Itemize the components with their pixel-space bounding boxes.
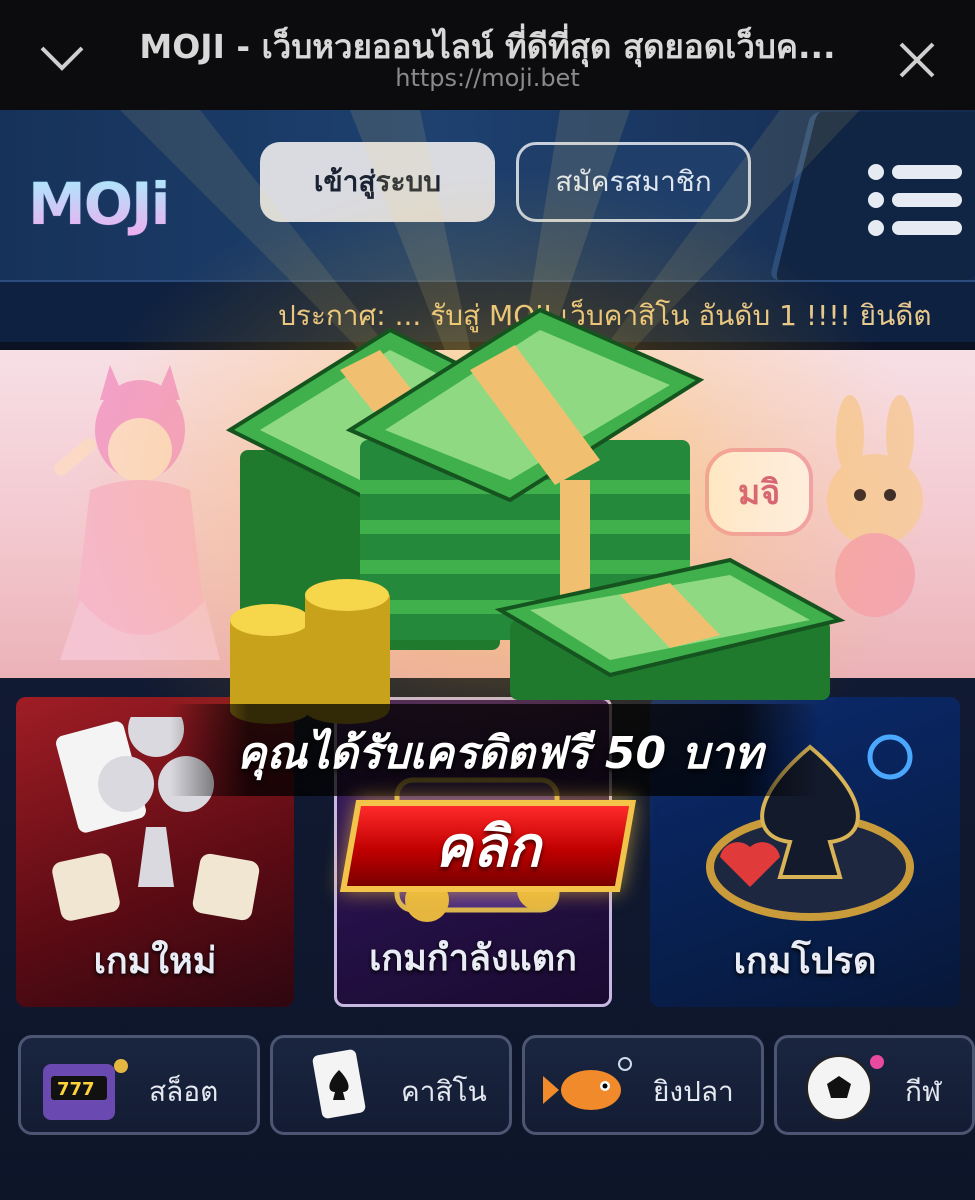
- category-label: ยิงปลา: [653, 1075, 734, 1108]
- category-sports[interactable]: กีฬ: [774, 1035, 975, 1135]
- category-label: คาสิโน: [401, 1075, 487, 1108]
- fish-icon: [543, 1057, 632, 1110]
- svg-text:777: 777: [57, 1079, 95, 1100]
- category-label: กีฬ: [905, 1075, 942, 1108]
- soccer-ball-icon: [806, 1055, 884, 1121]
- page-url: https://moji.bet: [395, 64, 580, 92]
- slot-machine-icon: 777: [43, 1059, 128, 1120]
- claim-bonus-button[interactable]: คลิก: [339, 800, 637, 892]
- category-fishing[interactable]: ยิงปลา: [522, 1035, 764, 1135]
- site-logo[interactable]: MOJi: [28, 170, 170, 238]
- category-slot[interactable]: 777 สล็อต: [18, 1035, 260, 1135]
- register-button[interactable]: สมัครสมาชิก: [516, 142, 751, 222]
- category-label: สล็อต: [149, 1075, 219, 1108]
- close-icon[interactable]: [897, 40, 937, 80]
- promo-message: คุณได้รับเครดิตฟรี 50 บาท: [236, 728, 764, 779]
- browser-toolbar: MOJI - เว็บหวยออนไลน์ ที่ดีที่สุด สุดยอด…: [0, 0, 975, 110]
- login-button[interactable]: เข้าสู่ระบบ: [260, 142, 495, 222]
- money-stack-icon: [225, 307, 846, 724]
- game-card-label: เกมใหม่: [93, 941, 217, 982]
- hamburger-menu-icon[interactable]: [866, 160, 966, 240]
- playing-card-icon: [312, 1049, 366, 1119]
- category-casino[interactable]: คาสิโน: [270, 1035, 512, 1135]
- game-card-label: เกมโปรด: [733, 941, 877, 982]
- claim-bonus-label: คลิก: [435, 814, 541, 880]
- game-card-label: เกมกำลังแตก: [369, 938, 577, 979]
